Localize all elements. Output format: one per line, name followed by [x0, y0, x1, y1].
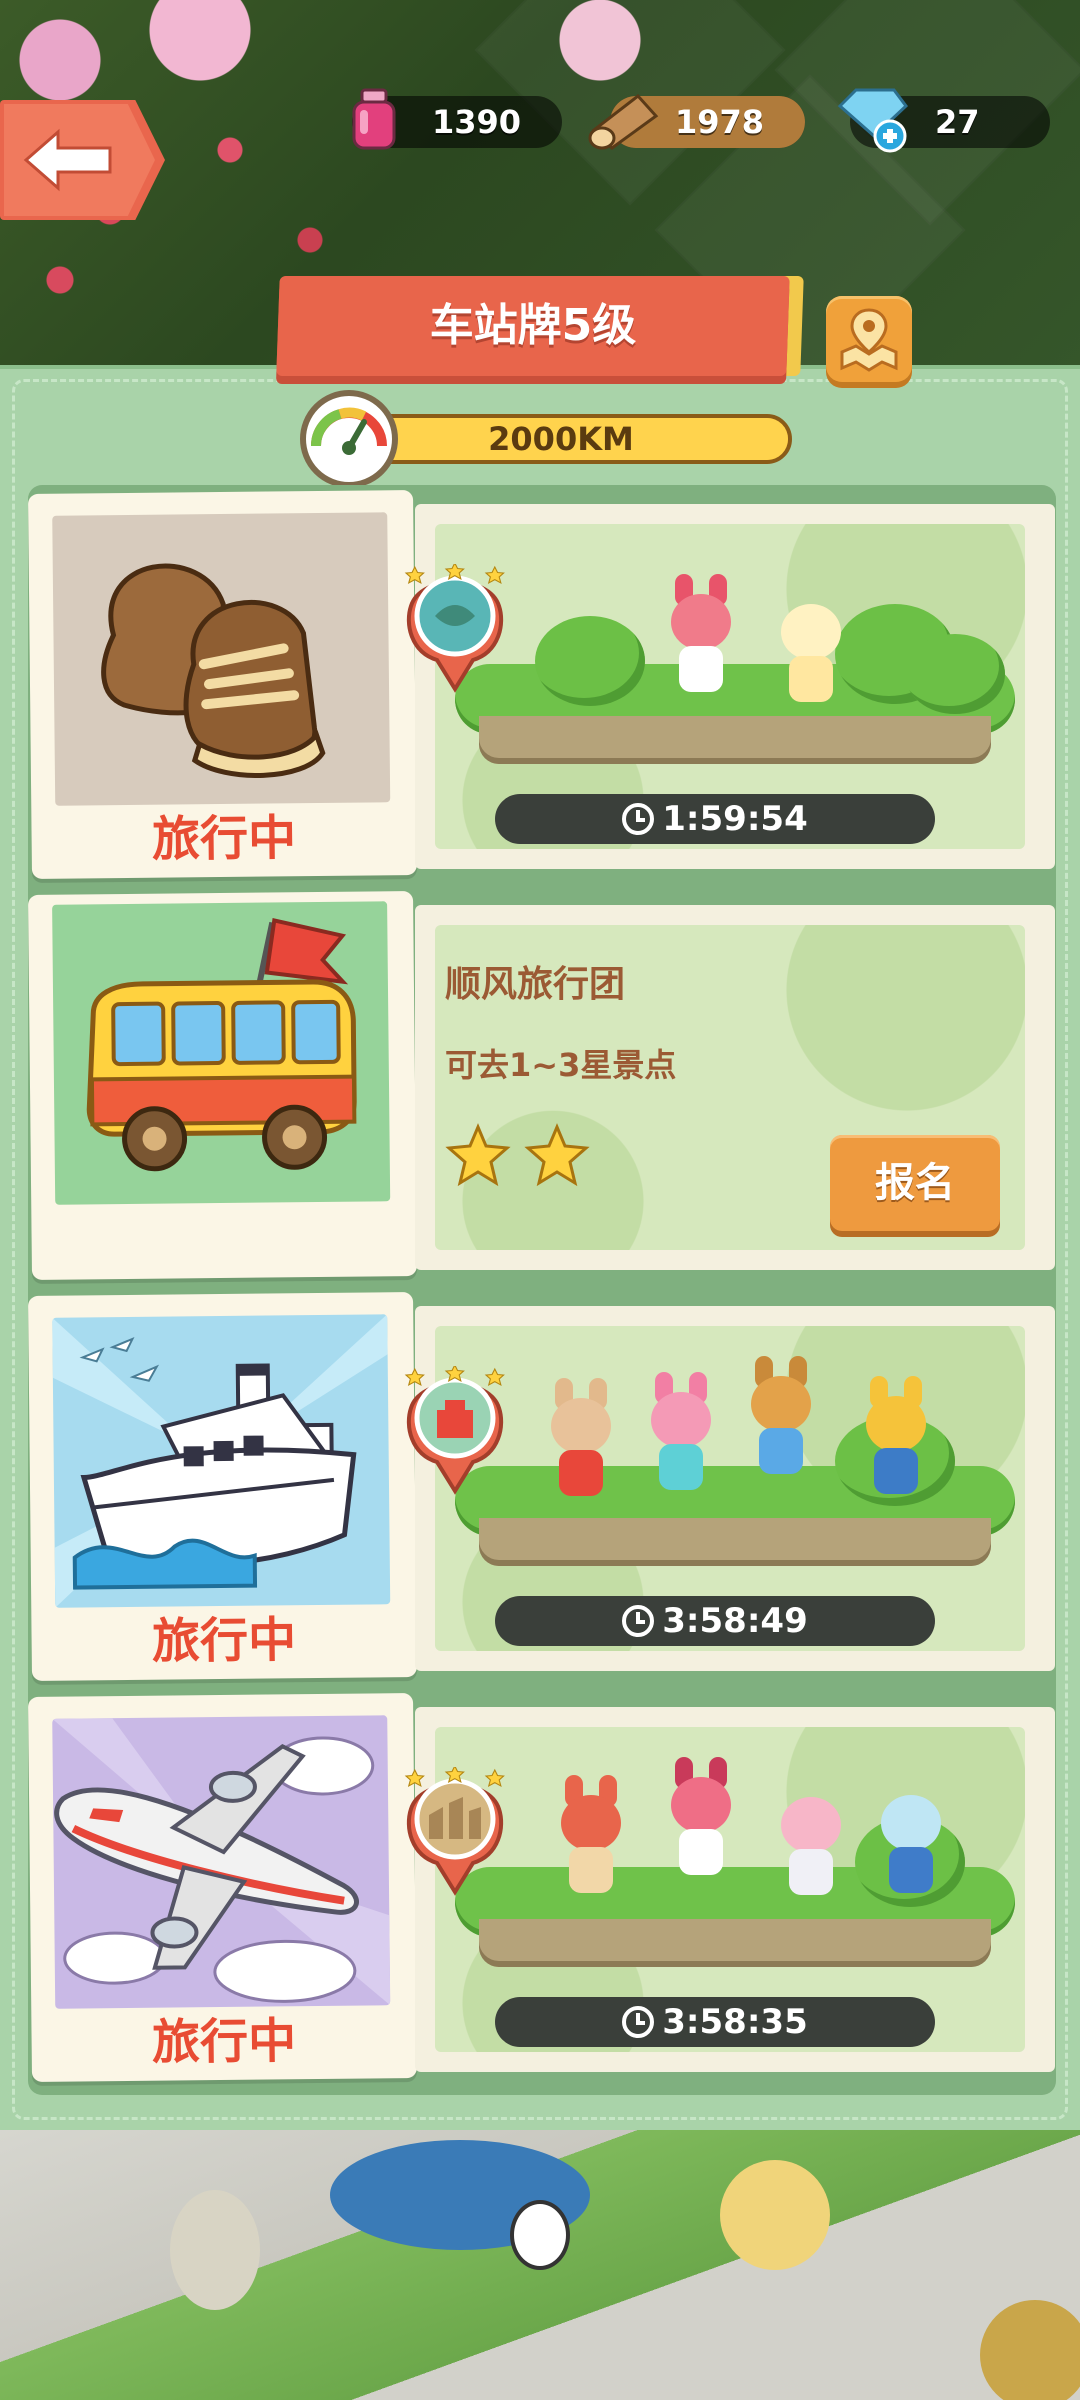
sun-decoration [720, 2160, 830, 2270]
card-status: 旅行中 [151, 2013, 297, 2071]
star-icon [445, 1123, 511, 1187]
char-head [551, 1398, 611, 1454]
timer-value: 3:58:35 [662, 2002, 808, 2042]
travel-card-plane[interactable]: 旅行中 3:58:35 [27, 1692, 1055, 2083]
star-icon [524, 1123, 590, 1187]
card-vehicle-panel [27, 890, 418, 1281]
card-scene: 1:59:54 [404, 504, 1055, 869]
card-status: 旅行中 [151, 810, 297, 868]
clock-icon [622, 2006, 655, 2038]
timer-value: 1:59:54 [662, 799, 808, 839]
island-base [479, 1518, 991, 1566]
char-body [874, 1448, 918, 1494]
pink-pig-character[interactable] [775, 1797, 847, 1907]
char-body [789, 1849, 833, 1895]
gem-plus-icon[interactable] [834, 86, 912, 156]
grass-island [455, 1757, 1015, 1977]
giraffe-character[interactable] [745, 1356, 817, 1486]
char-body [789, 656, 833, 702]
char-body [569, 1847, 613, 1893]
timer-text: 3:58:35 [495, 1997, 935, 2047]
red-hood-rabbit-character[interactable] [555, 1775, 627, 1905]
bush [905, 634, 1005, 714]
fox-character[interactable] [665, 574, 737, 704]
ship-image [52, 1314, 391, 1608]
card-vehicle-panel: 旅行中 [27, 1291, 418, 1682]
grass-island [455, 574, 1015, 774]
bus-image [52, 901, 391, 1205]
alert-bubble[interactable] [510, 2200, 570, 2270]
card-scene: 3:58:49 [404, 1306, 1055, 1671]
travel-card-ship[interactable]: 旅行中 3:58:49 [27, 1291, 1055, 1682]
tour-name: 顺风旅行团 [445, 964, 626, 1005]
plane-image [52, 1715, 391, 2009]
wood-value: 1978 [675, 103, 765, 141]
star-rating [445, 1123, 598, 1193]
char-head [671, 1777, 731, 1833]
pink-fox-character[interactable] [645, 1372, 717, 1502]
wood-log-icon [588, 93, 659, 150]
bush [535, 616, 645, 706]
map-button[interactable] [826, 296, 912, 382]
clock-icon [622, 803, 655, 835]
char-head [561, 1795, 621, 1851]
char-head [651, 1392, 711, 1448]
travel-card-boots[interactable]: 旅行中 1:59:54 [27, 489, 1055, 880]
travel-card-bus[interactable]: 顺风旅行团 可去1~3星景点 报名 [27, 890, 1055, 1281]
card-vehicle-panel: 旅行中 [27, 1692, 418, 2083]
game-world-background-bottom [0, 2130, 1080, 2400]
cat-character[interactable] [860, 1376, 932, 1506]
char-body [659, 1444, 703, 1490]
speedometer-icon [300, 390, 398, 488]
otter-character[interactable] [875, 1795, 947, 1905]
destination-pin-icon[interactable] [401, 564, 509, 694]
card-vehicle-panel: 旅行中 [27, 489, 418, 880]
island-base [479, 716, 991, 764]
timer-text: 3:58:49 [495, 1596, 935, 1646]
char-head [671, 594, 731, 650]
char-head [781, 604, 841, 660]
ship-icon [52, 1314, 388, 1608]
potion-value: 1390 [432, 103, 522, 141]
boots-icon [101, 563, 326, 778]
back-button[interactable] [0, 100, 165, 220]
plane-icon [52, 1718, 391, 2006]
char-head [781, 1797, 841, 1853]
char-body [679, 646, 723, 692]
char-body [889, 1847, 933, 1893]
rabbit-character[interactable] [545, 1378, 617, 1508]
char-head [751, 1376, 811, 1432]
arrow-left-icon [23, 128, 112, 192]
map-pin-icon [840, 308, 898, 372]
destination-pin-icon[interactable] [401, 1767, 509, 1897]
rose-fox-character[interactable] [665, 1757, 737, 1887]
card-scene: 3:58:35 [404, 1707, 1055, 2072]
timer-value: 3:58:49 [662, 1601, 808, 1641]
potion-icon [352, 88, 396, 150]
island-base [479, 1919, 991, 1967]
page-title: 车站牌5级 [429, 300, 637, 351]
distance-text: 2000KM [488, 420, 634, 458]
card-info: 顺风旅行团 可去1~3星景点 报名 [415, 905, 1055, 1270]
char-body [679, 1829, 723, 1875]
boots-image [52, 512, 391, 806]
duck-character[interactable] [775, 604, 847, 714]
char-head [866, 1396, 926, 1452]
card-status: 旅行中 [151, 1612, 297, 1670]
timer-text: 1:59:54 [495, 794, 935, 844]
signup-button[interactable]: 报名 [830, 1135, 1000, 1231]
clock-icon [622, 1605, 655, 1637]
tour-description: 可去1~3星景点 [445, 1046, 677, 1084]
gem-value: 27 [935, 103, 980, 141]
char-head [881, 1795, 941, 1851]
char-body [559, 1450, 603, 1496]
char-body [759, 1428, 803, 1474]
creature-statue [170, 2190, 260, 2310]
grass-island [455, 1356, 1015, 1576]
horn-decoration [980, 2300, 1080, 2400]
bus-icon [86, 918, 357, 1172]
destination-pin-icon[interactable] [401, 1366, 509, 1496]
